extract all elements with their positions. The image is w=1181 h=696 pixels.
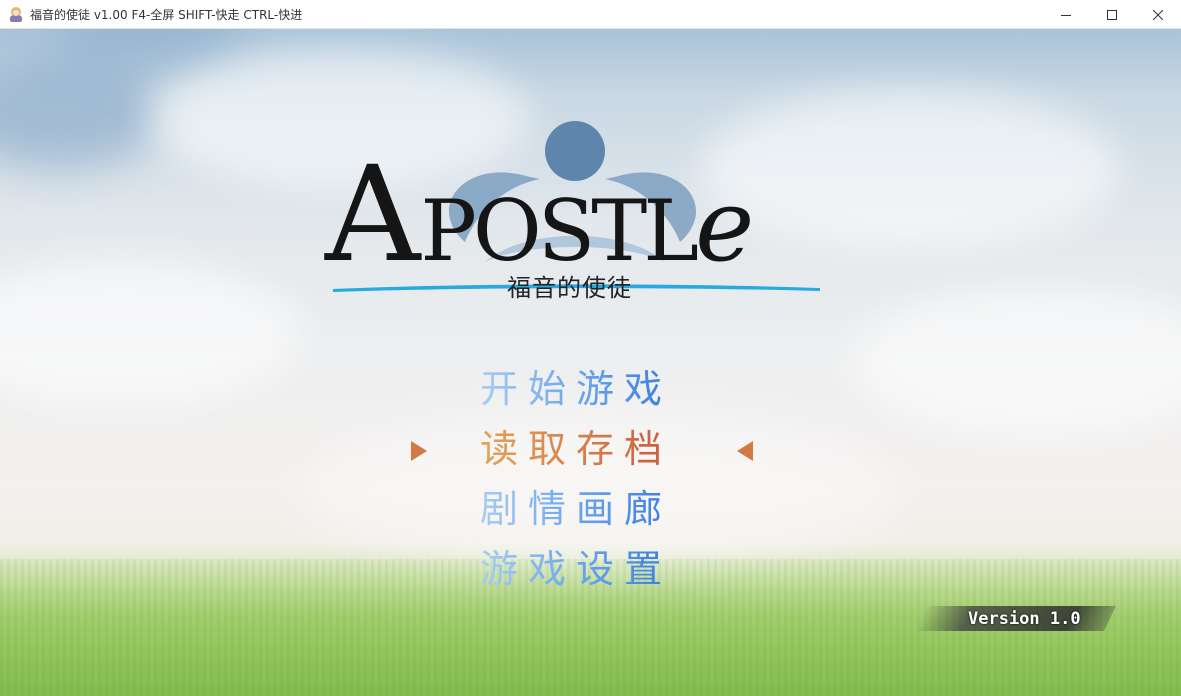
menu-load-save[interactable]: 读取存档 bbox=[480, 424, 700, 474]
menu-start-game[interactable]: 开始游戏 bbox=[480, 364, 700, 414]
logo-title-middle: POSTL bbox=[420, 182, 699, 280]
triangle-pointer-icon bbox=[737, 441, 753, 461]
triangle-pointer-icon bbox=[411, 441, 427, 461]
minimize-icon bbox=[1061, 14, 1071, 16]
game-logo: APOSTLe 福音的使徒 bbox=[325, 117, 835, 307]
menu-game-settings[interactable]: 游戏设置 bbox=[480, 544, 700, 594]
maximize-button[interactable] bbox=[1089, 0, 1135, 29]
game-window: 福音的使徒 v1.00 F4-全屏 SHIFT-快走 CTRL-快进 APOST… bbox=[0, 0, 1181, 696]
menu-story-gallery[interactable]: 剧情画廊 bbox=[480, 484, 700, 534]
close-icon bbox=[1153, 9, 1163, 20]
logo-subtitle: 福音的使徒 bbox=[507, 274, 632, 302]
cloud bbox=[0, 259, 300, 409]
logo-title-final: e bbox=[695, 167, 755, 284]
cloud bbox=[850, 289, 1181, 439]
title-screen: APOSTLe 福音的使徒 开始游戏 读取存档 剧情画廊 游戏设置 Versio… bbox=[0, 29, 1181, 696]
logo-title-initial: A bbox=[325, 138, 421, 292]
character-icon bbox=[8, 6, 24, 22]
maximize-icon bbox=[1107, 9, 1117, 20]
title-bar[interactable]: 福音的使徒 v1.00 F4-全屏 SHIFT-快走 CTRL-快进 bbox=[0, 0, 1181, 29]
close-button[interactable] bbox=[1135, 0, 1181, 29]
version-label: Version 1.0 bbox=[968, 609, 1081, 629]
window-controls bbox=[1043, 0, 1181, 29]
minimize-button[interactable] bbox=[1043, 0, 1089, 29]
window-title: 福音的使徒 v1.00 F4-全屏 SHIFT-快走 CTRL-快进 bbox=[30, 7, 303, 22]
